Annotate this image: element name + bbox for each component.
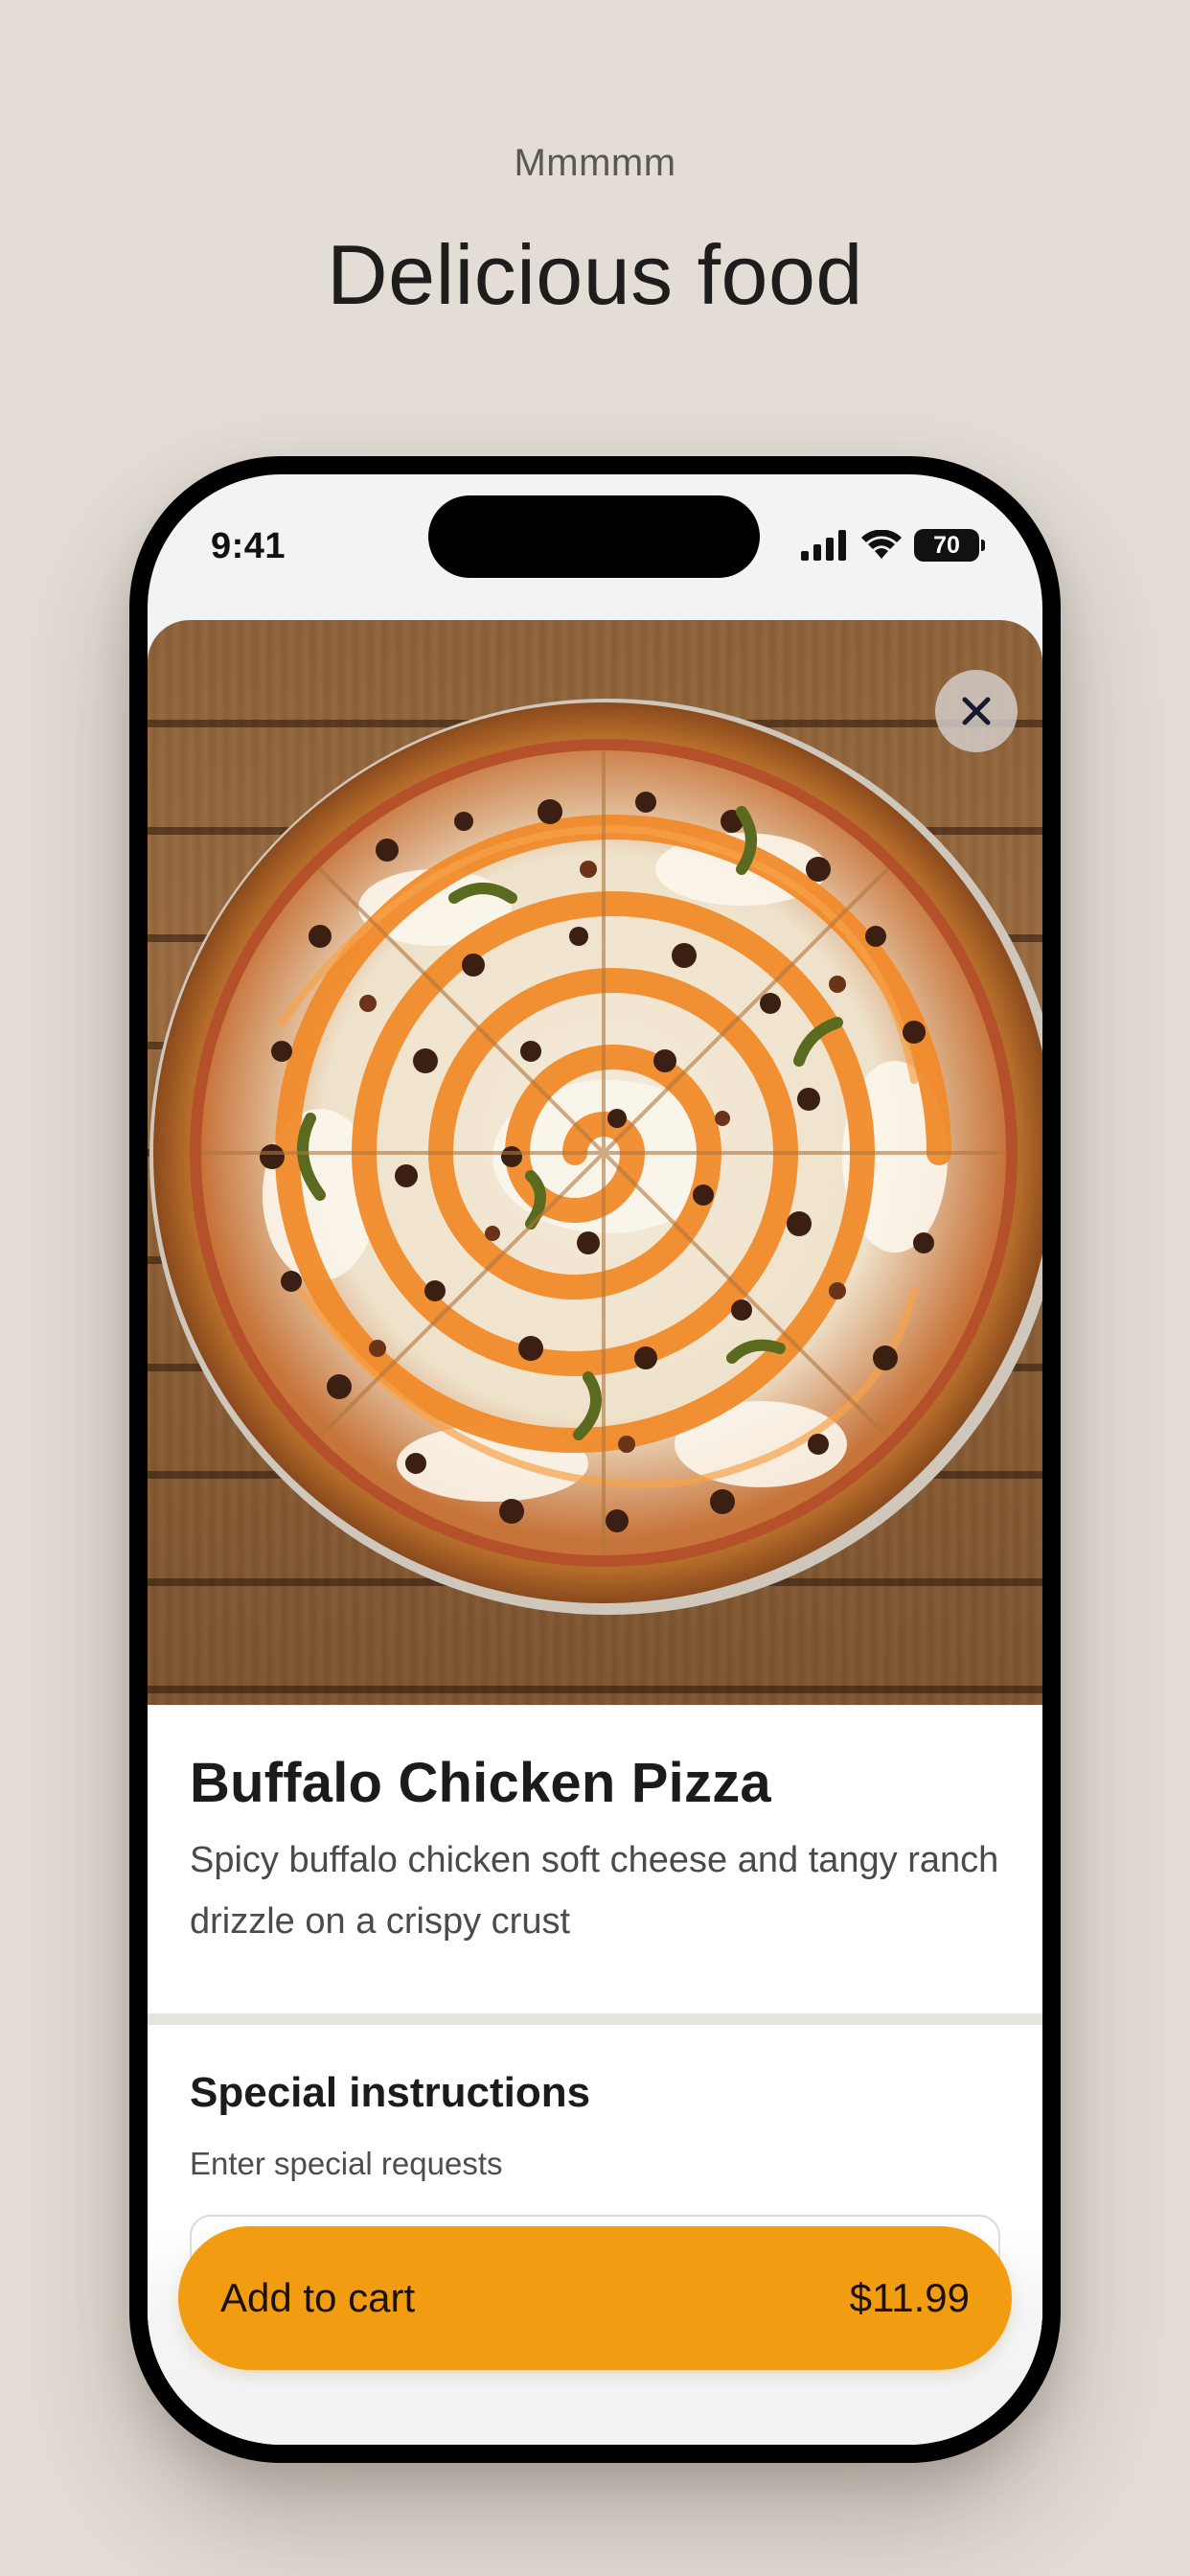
special-instructions-hint: Enter special requests	[190, 2146, 503, 2181]
special-instructions-title: Special instructions	[190, 2069, 591, 2116]
section-divider	[148, 2013, 1042, 2025]
close-button[interactable]	[935, 670, 1018, 752]
add-to-cart-label: Add to cart	[220, 2275, 416, 2320]
item-detail-sheet: Buffalo Chicken Pizza Spicy buffalo chic…	[148, 620, 1042, 2445]
pizza-illustration	[149, 699, 1042, 1615]
add-to-cart-price: $11.99	[849, 2275, 970, 2320]
wifi-icon	[861, 530, 902, 559]
phone-screen: 9:41 70 Buffalo Chicken Pizza Spicy buff…	[148, 474, 1042, 2445]
add-to-cart-button[interactable]: Add to cart $11.99	[178, 2226, 1012, 2370]
status-time: 9:41	[211, 526, 286, 566]
phone-frame: 9:41 70 Buffalo Chicken Pizza Spicy buff…	[129, 456, 1061, 2463]
status-icons: 70	[801, 528, 985, 563]
battery-icon: 70	[914, 529, 985, 562]
pizza-image	[148, 620, 1042, 1705]
close-icon	[962, 697, 991, 725]
item-title: Buffalo Chicken Pizza	[190, 1752, 771, 1814]
page-headline: Delicious food	[327, 227, 863, 322]
signal-icon	[801, 530, 846, 561]
item-description: Spicy buffalo chicken soft cheese and ta…	[190, 1840, 999, 1942]
eyebrow-text: Mmmmm	[514, 142, 676, 184]
dynamic-island	[428, 495, 760, 578]
